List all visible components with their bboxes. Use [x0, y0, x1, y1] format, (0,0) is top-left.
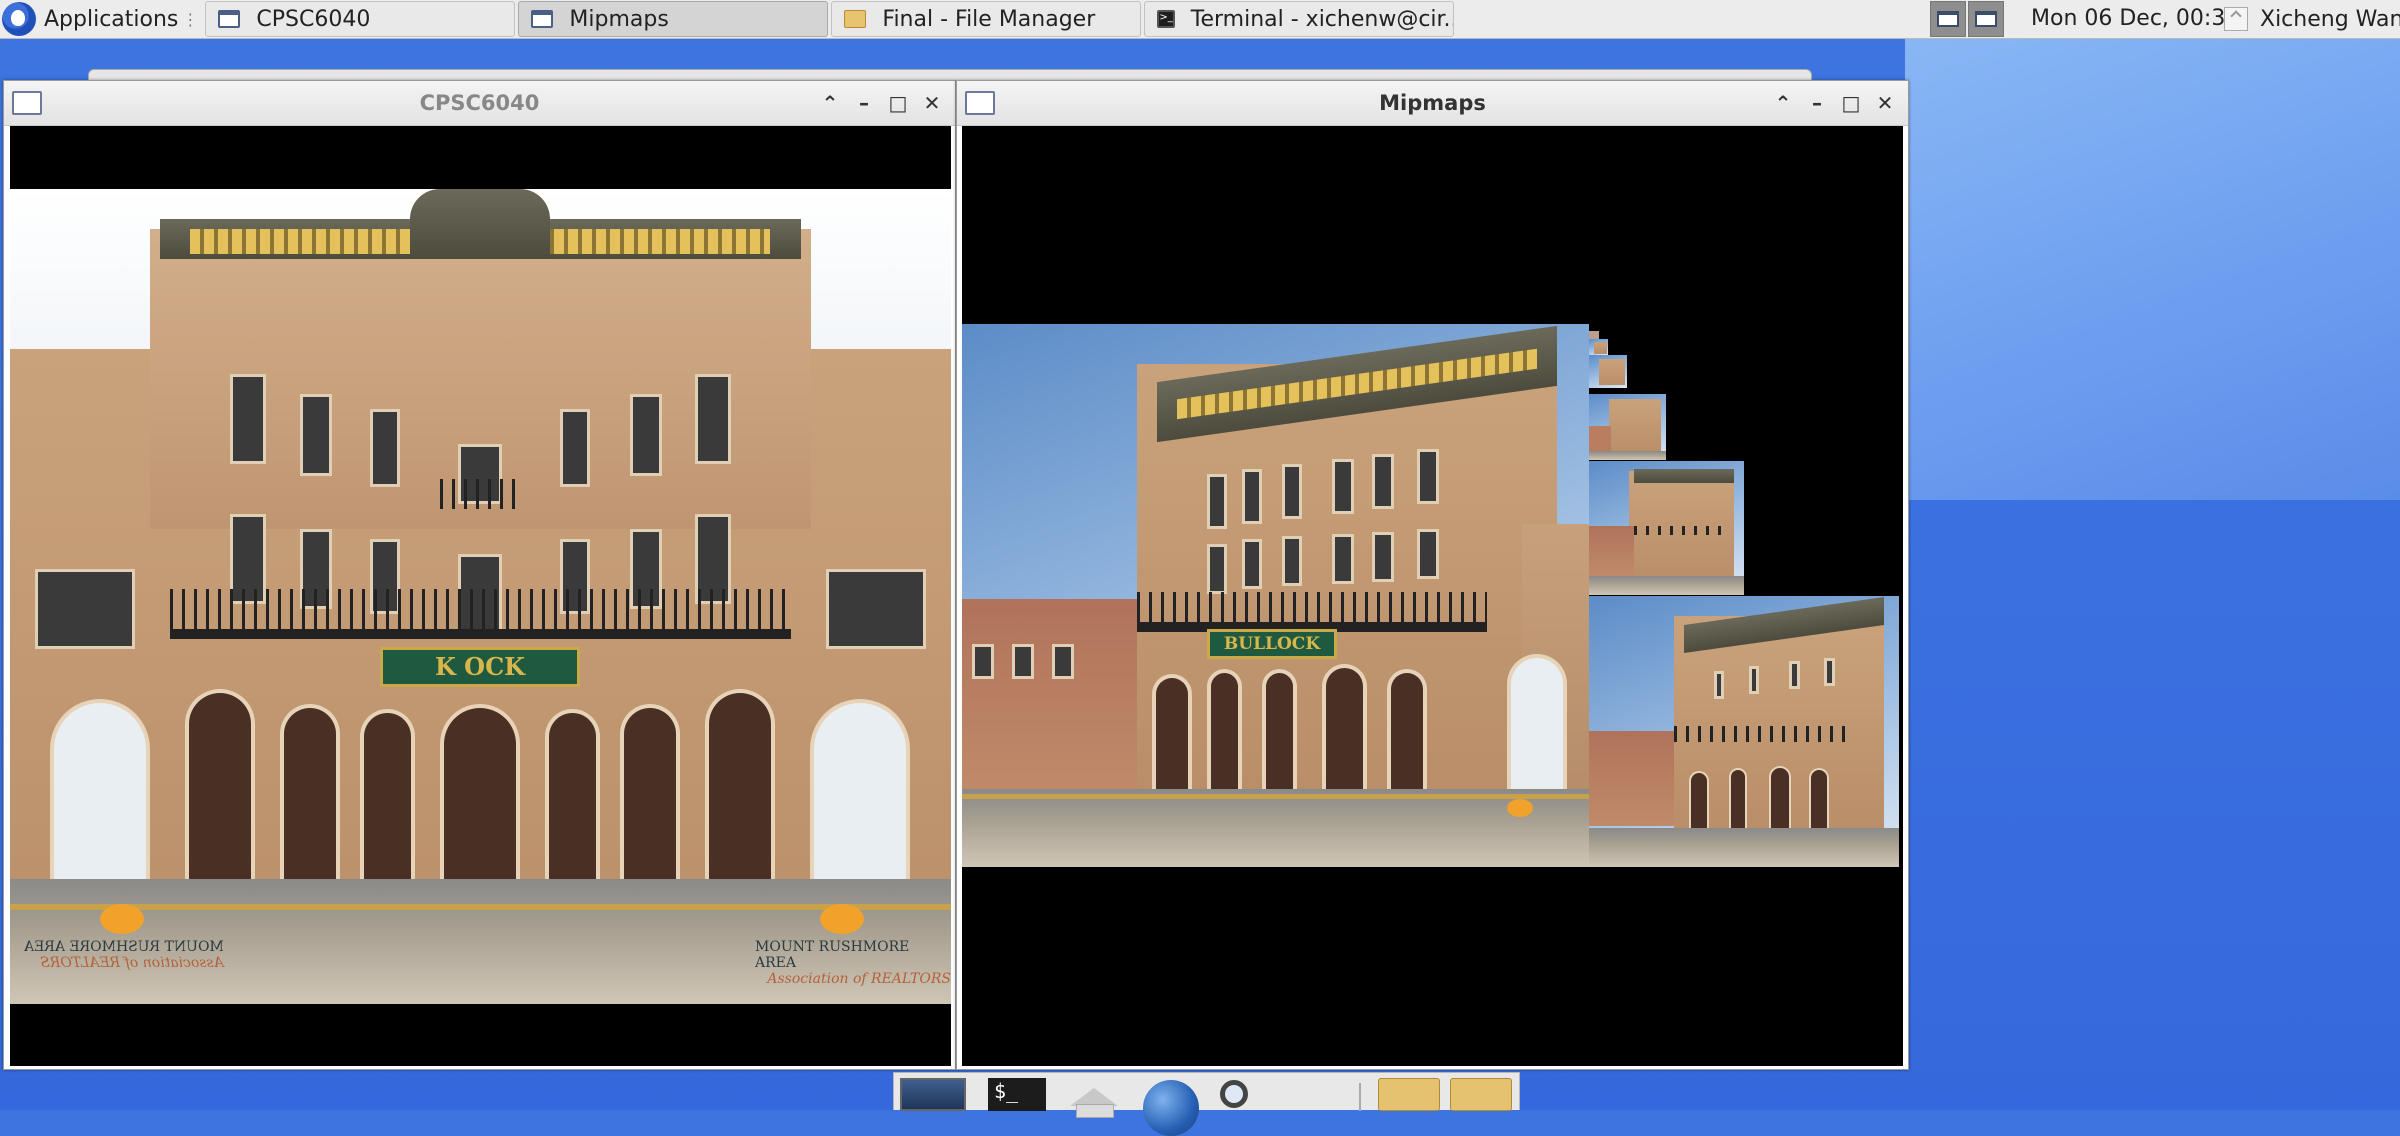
workspace-2-button[interactable] — [1968, 1, 2004, 37]
separator-handle-icon: ⋮ — [182, 9, 198, 29]
terminal-icon[interactable]: $_ — [988, 1078, 1046, 1111]
mipmap-level-6 — [1589, 331, 1599, 339]
maximize-icon[interactable]: □ — [881, 86, 915, 120]
mirrored-building-image: K OCK MOUNT RUSHMORE AREA Association of… — [10, 189, 951, 1004]
taskbar-item-label: CPSC6040 — [256, 6, 371, 32]
applications-menu[interactable]: Applications ⋮ — [0, 0, 202, 38]
window-icon — [218, 10, 241, 28]
user-menu-icon — [2224, 7, 2248, 31]
hotel-sign: BULLOCK — [1207, 629, 1337, 659]
window-icon — [1975, 11, 1997, 27]
terminal-icon: >_ — [1157, 10, 1175, 28]
show-desktop-icon[interactable] — [900, 1078, 966, 1111]
mipmaps-window: Mipmaps ⌃ – □ ✕ BULLOCK — [956, 80, 1909, 1070]
watermark: MOUNT RUSHMORE AREA Association of REALT… — [755, 939, 951, 987]
user-menu[interactable]: Xicheng Wan — [2224, 0, 2400, 38]
dock-separator — [1359, 1083, 1361, 1111]
mipmap-level-2 — [1589, 461, 1744, 595]
workspace-1-button[interactable] — [1930, 1, 1966, 37]
xfce-logo-icon — [2, 2, 36, 36]
mipmap-level-4 — [1589, 355, 1627, 388]
top-panel: Applications ⋮ CPSC6040 Mipmaps Final - … — [0, 0, 2400, 39]
workspace-switcher — [1930, 0, 2006, 38]
minimize-icon[interactable]: – — [847, 86, 881, 120]
web-browser-icon[interactable] — [1139, 1078, 1199, 1136]
taskbar-item-cpsc6040[interactable]: CPSC6040 — [205, 1, 516, 37]
minimize-icon[interactable]: – — [1800, 86, 1834, 120]
search-icon[interactable] — [1214, 1078, 1274, 1111]
folder-icon[interactable] — [1450, 1078, 1512, 1111]
bottom-dock: $_ — [893, 1072, 1520, 1136]
taskbar-item-terminal[interactable]: >_ Terminal - xichenw@cir... — [1144, 1, 1455, 37]
window-icon — [1937, 11, 1959, 27]
shade-icon[interactable]: ⌃ — [1766, 86, 1800, 120]
folder-icon[interactable] — [1378, 1078, 1440, 1111]
mipmap-level-3 — [1589, 394, 1666, 460]
watermark-mirrored: MOUNT RUSHMORE AREA Association of REALT… — [24, 939, 224, 971]
titlebar[interactable]: CPSC6040 ⌃ – □ ✕ — [4, 81, 955, 126]
taskbar-item-mipmaps[interactable]: Mipmaps — [518, 1, 829, 37]
mipmap-level-0: BULLOCK — [962, 324, 1589, 867]
desktop-background-highlight — [1905, 38, 2400, 500]
window-icon — [531, 10, 554, 28]
taskbar-item-file-manager[interactable]: Final - File Manager — [831, 1, 1142, 37]
maximize-icon[interactable]: □ — [1834, 86, 1868, 120]
close-icon[interactable]: ✕ — [915, 86, 949, 120]
mipmap-level-5 — [1589, 339, 1608, 355]
cpsc6040-window: CPSC6040 ⌃ – □ ✕ K OCK MOUNT RUSHMORE AR… — [3, 80, 956, 1070]
taskbar-item-label: Final - File Manager — [882, 6, 1096, 32]
folder-icon — [844, 10, 867, 28]
taskbar-item-label: Terminal - xichenw@cir... — [1190, 6, 1455, 32]
applications-label: Applications — [44, 6, 179, 32]
mipmap-level-1 — [1589, 596, 1899, 867]
hotel-sign: K OCK — [380, 647, 580, 687]
close-icon[interactable]: ✕ — [1868, 86, 1902, 120]
home-icon[interactable] — [1062, 1078, 1126, 1118]
taskbar-item-label: Mipmaps — [569, 6, 669, 32]
clock[interactable]: Mon 06 Dec, 00:33 — [2031, 0, 2239, 38]
titlebar[interactable]: Mipmaps ⌃ – □ ✕ — [957, 81, 1908, 126]
shade-icon[interactable]: ⌃ — [813, 86, 847, 120]
user-name: Xicheng Wan — [2260, 6, 2400, 32]
